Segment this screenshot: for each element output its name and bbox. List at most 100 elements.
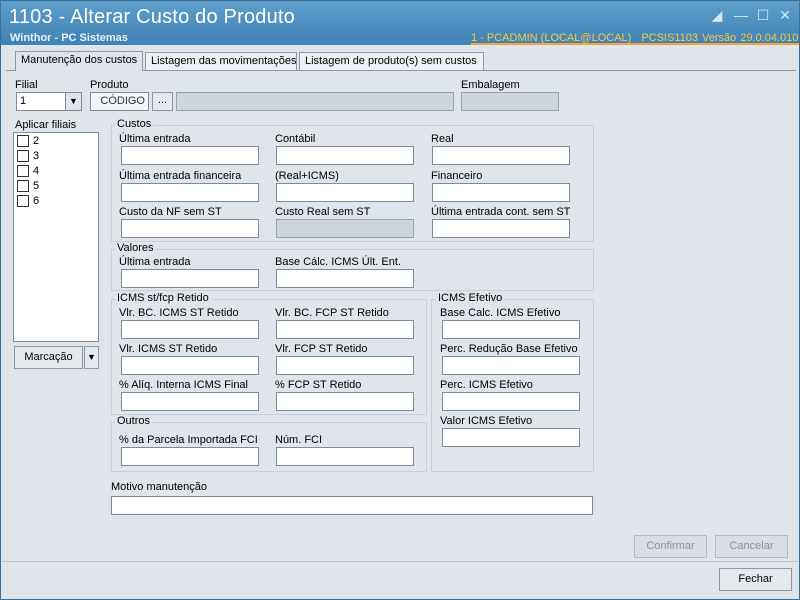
custos-group-title: Custos — [115, 118, 154, 130]
title-bar: 1103 - Alterar Custo do Produto Winthor … — [1, 1, 799, 45]
vlr-fcp-st-label: Vlr. FCP ST Retido — [275, 343, 368, 355]
vlr-fcp-st-input[interactable] — [276, 356, 414, 375]
list-item[interactable]: 2 — [14, 135, 98, 150]
produto-code-input[interactable]: CÓDIGO — [90, 92, 149, 111]
marcacao-label: Marcação — [24, 351, 73, 363]
real-input[interactable] — [432, 146, 570, 165]
tab-listagem-sem-custos[interactable]: Listagem de produto(s) sem custos — [299, 52, 484, 70]
list-item[interactable]: 5 — [14, 180, 98, 195]
vlr-icms-st-input[interactable] — [121, 356, 259, 375]
num-fci-input[interactable] — [276, 447, 414, 466]
tab-listagem-movimentacoes[interactable]: Listagem das movimentações — [145, 52, 297, 70]
ultima-entrada-label: Última entrada — [119, 133, 191, 145]
chevron-down-icon[interactable]: ▼ — [65, 93, 81, 110]
base-calc-efetivo-input[interactable] — [442, 320, 580, 339]
checkbox[interactable] — [17, 195, 29, 207]
filial-item-label: 3 — [33, 150, 40, 162]
custo-nf-sem-st-label: Custo da NF sem ST — [119, 206, 222, 218]
vlr-bc-icms-st-input[interactable] — [121, 320, 259, 339]
parcela-importada-input[interactable] — [121, 447, 259, 466]
window-title: 1103 - Alterar Custo do Produto — [9, 6, 295, 28]
marcacao-button[interactable]: Marcação — [14, 346, 83, 369]
status-user: 1 - PCADMIN (LOCAL@LOCAL) — [471, 32, 632, 44]
valor-icms-efetivo-input[interactable] — [442, 428, 580, 447]
tab-label: Manutenção dos custos — [21, 54, 138, 66]
parcela-importada-label: % da Parcela Importada FCI — [119, 434, 258, 446]
ultima-entrada-cont-sem-st-label: Última entrada cont. sem ST — [431, 206, 571, 218]
vlr-bc-fcp-st-label: Vlr. BC. FCP ST Retido — [275, 307, 389, 319]
fechar-label: Fechar — [738, 573, 773, 585]
filiais-list[interactable]: 2 3 4 5 6 — [13, 132, 99, 342]
produto-browse-button[interactable]: ... — [152, 92, 173, 111]
browse-label: ... — [157, 94, 168, 106]
custo-real-sem-st-label: Custo Real sem ST — [275, 206, 371, 218]
financeiro-input[interactable] — [432, 183, 570, 202]
list-item[interactable]: 6 — [14, 195, 98, 210]
produto-label: Produto — [90, 79, 129, 91]
fcp-st-retido-input[interactable] — [276, 392, 414, 411]
marcacao-dropdown-button[interactable]: ▼ — [84, 346, 99, 369]
vlr-bc-icms-st-label: Vlr. BC. ICMS ST Retido — [119, 307, 239, 319]
perc-icms-efetivo-input[interactable] — [442, 392, 580, 411]
real-icms-label: (Real+ICMS) — [275, 170, 339, 182]
real-icms-input[interactable] — [276, 183, 414, 202]
valores-group-title: Valores — [115, 242, 156, 254]
filial-select[interactable]: 1 ▼ — [16, 92, 82, 111]
status-program: PCSIS1103 — [641, 32, 698, 44]
vlr-icms-st-label: Vlr. ICMS ST Retido — [119, 343, 218, 355]
financeiro-label: Financeiro — [431, 170, 483, 182]
filial-item-label: 2 — [33, 135, 40, 147]
restore-icon[interactable]: ◢ — [709, 7, 725, 23]
checkbox[interactable] — [17, 180, 29, 192]
filial-label: Filial — [15, 79, 38, 91]
motivo-label: Motivo manutenção — [111, 481, 207, 493]
perc-reducao-input[interactable] — [442, 356, 580, 375]
filial-item-label: 4 — [33, 165, 40, 177]
embalagem-label: Embalagem — [461, 79, 520, 91]
valores-ultima-entrada-label: Última entrada — [119, 256, 191, 268]
valor-icms-efetivo-label: Valor ICMS Efetivo — [440, 415, 533, 427]
num-fci-label: Núm. FCI — [275, 434, 323, 446]
ultima-entrada-cont-sem-st-input[interactable] — [432, 219, 570, 238]
maximize-icon[interactable]: ☐ — [755, 7, 771, 23]
close-icon[interactable]: ✕ — [777, 7, 793, 23]
custo-nf-sem-st-input[interactable] — [121, 219, 259, 238]
fcp-st-retido-label: % FCP ST Retido — [275, 379, 362, 391]
filial-value: 1 — [20, 95, 27, 107]
produto-description-field — [176, 92, 454, 111]
icms-efetivo-group-title: ICMS Efetivo — [436, 292, 505, 304]
ultima-entrada-input[interactable] — [121, 146, 259, 165]
confirmar-button[interactable]: Confirmar — [634, 535, 707, 558]
checkbox[interactable] — [17, 150, 29, 162]
base-calc-icms-label: Base Cálc. ICMS Últ. Ent. — [275, 256, 401, 268]
ultima-entrada-financeira-input[interactable] — [121, 183, 259, 202]
contabil-input[interactable] — [276, 146, 414, 165]
cancelar-button[interactable]: Cancelar — [715, 535, 788, 558]
tab-label: Listagem de produto(s) sem custos — [305, 55, 477, 67]
aliq-interna-input[interactable] — [121, 392, 259, 411]
custo-real-sem-st-field — [276, 219, 414, 238]
checkbox[interactable] — [17, 165, 29, 177]
fechar-button[interactable]: Fechar — [719, 568, 792, 591]
perc-icms-efetivo-label: Perc. ICMS Efetivo — [440, 379, 533, 391]
contabil-label: Contábil — [275, 133, 316, 145]
chevron-down-icon: ▼ — [87, 352, 96, 362]
aplicar-filiais-label: Aplicar filiais — [15, 119, 77, 131]
tab-manutencao-custos[interactable]: Manutenção dos custos — [15, 51, 143, 71]
checkbox[interactable] — [17, 135, 29, 147]
vlr-bc-fcp-st-input[interactable] — [276, 320, 414, 339]
base-calc-icms-input[interactable] — [276, 269, 414, 288]
list-item[interactable]: 3 — [14, 150, 98, 165]
motivo-input[interactable] — [111, 496, 593, 515]
valores-ultima-entrada-input[interactable] — [121, 269, 259, 288]
minimize-icon[interactable]: — — [733, 7, 749, 23]
filial-item-label: 5 — [33, 180, 40, 192]
status-version-label: Versão — [701, 32, 737, 44]
embalagem-field — [461, 92, 559, 111]
list-item[interactable]: 4 — [14, 165, 98, 180]
filial-item-label: 6 — [33, 195, 40, 207]
confirmar-label: Confirmar — [646, 540, 695, 552]
main-window: 1103 - Alterar Custo do Produto Winthor … — [0, 0, 800, 600]
real-label: Real — [431, 133, 454, 145]
window-subtitle: Winthor - PC Sistemas — [10, 32, 128, 44]
